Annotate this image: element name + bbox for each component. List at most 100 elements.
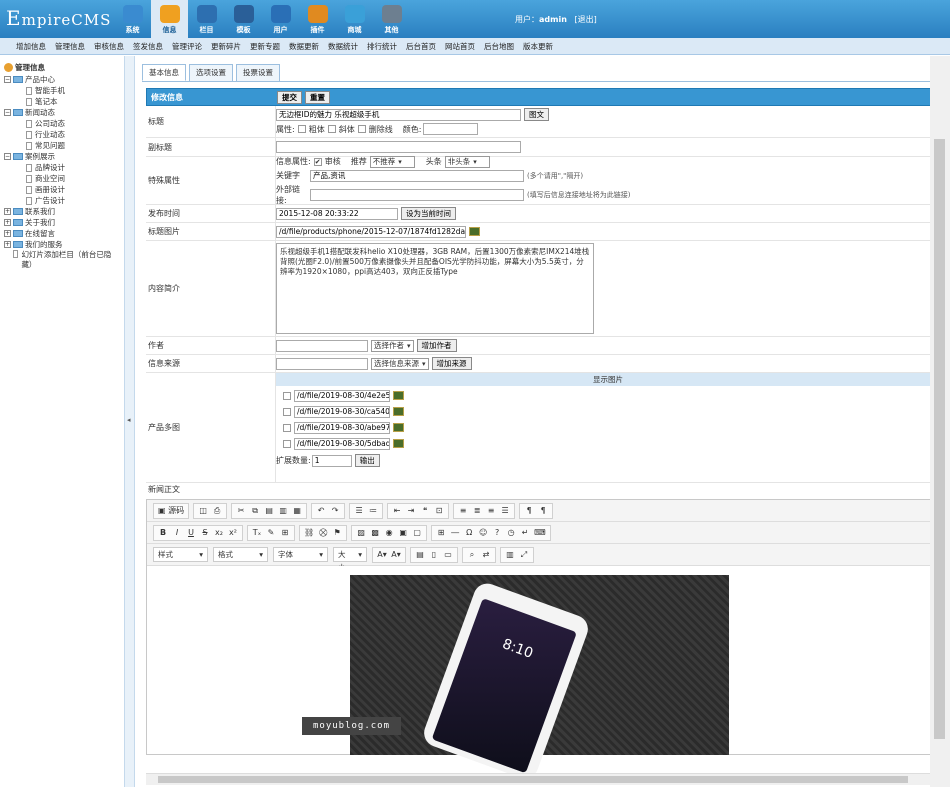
paste-word-icon[interactable]: ▦ — [290, 504, 304, 518]
subnav-item[interactable]: 管理信息 — [55, 41, 85, 52]
style-select[interactable]: 样式 — [153, 547, 208, 562]
italic-checkbox[interactable] — [327, 125, 336, 133]
subnav-item[interactable]: 版本更新 — [523, 41, 553, 52]
show-blocks-icon[interactable]: ▥ — [503, 548, 517, 562]
tree-item[interactable]: 幻灯片添加栏目（前台已隐藏） — [4, 250, 120, 270]
pick-image-icon[interactable] — [393, 423, 404, 432]
gallery-path-input[interactable]: /d/file/2019-08-30/abe97ea — [294, 421, 390, 434]
tree-item[interactable]: 笔记本 — [4, 96, 120, 107]
tree-item[interactable]: 智能手机 — [4, 85, 120, 96]
tree-item[interactable]: 公司动态 — [4, 118, 120, 129]
collapse-icon[interactable]: − — [4, 76, 11, 83]
special-char-icon[interactable]: Ω — [462, 526, 476, 540]
bg-color-icon[interactable]: A▾ — [389, 548, 403, 562]
new-page-icon[interactable]: ▯ — [427, 548, 441, 562]
image-icon[interactable]: ▨ — [354, 526, 368, 540]
size-select[interactable]: 大小 — [333, 547, 367, 572]
blockquote-icon[interactable]: ❝ — [418, 504, 432, 518]
topnav-gear[interactable]: 其他 — [373, 0, 410, 38]
pagebreak-icon[interactable]: ↵ — [518, 526, 532, 540]
strike-icon[interactable]: S — [198, 526, 212, 540]
title-pic-button[interactable]: 图文 — [524, 108, 549, 121]
set-now-button[interactable]: 设为当前时间 — [401, 207, 456, 220]
gallery-checkbox[interactable] — [283, 423, 291, 432]
subnav-item[interactable]: 签发信息 — [133, 41, 163, 52]
outdent-icon[interactable]: ⇤ — [390, 504, 404, 518]
table-icon[interactable]: ⊞ — [434, 526, 448, 540]
code-icon[interactable]: ⌨ — [532, 526, 548, 540]
tree-item[interactable]: 商业空间 — [4, 173, 120, 184]
tree-item[interactable]: + 在线留言 — [4, 228, 120, 239]
subnav-item[interactable]: 数据统计 — [328, 41, 358, 52]
tree-item[interactable]: 广告设计 — [4, 195, 120, 206]
tree-item[interactable]: 行业动态 — [4, 129, 120, 140]
tree-item[interactable]: + 我们的服务 — [4, 239, 120, 250]
gallery-checkbox[interactable] — [283, 407, 291, 416]
text-color-icon[interactable]: A▾ — [375, 548, 389, 562]
logout-link[interactable]: [退出] — [574, 15, 596, 24]
tree-item[interactable]: + 关于我们 — [4, 217, 120, 228]
link-icon[interactable]: ⛓ — [302, 526, 316, 540]
flash-icon[interactable]: ▩ — [368, 526, 382, 540]
editor-content[interactable]: 8:10 — [147, 566, 939, 783]
replace-icon[interactable]: ⇄ — [479, 548, 493, 562]
add-source-button[interactable]: 增加来源 — [431, 357, 472, 370]
subscript-icon[interactable]: x₂ — [212, 526, 226, 540]
format-select[interactable]: 格式 — [213, 547, 268, 562]
bold-checkbox[interactable] — [297, 125, 306, 133]
tree-item[interactable]: − 案例展示 — [4, 151, 120, 162]
emoji-icon[interactable]: ☺ — [476, 526, 490, 540]
italic-icon[interactable]: I — [170, 526, 184, 540]
doc-icon[interactable]: ▭ — [441, 548, 455, 562]
headline-select[interactable]: 非头条 — [444, 155, 490, 168]
template-icon[interactable]: ▤ — [413, 548, 427, 562]
copy-format-icon[interactable]: ✎ — [264, 526, 278, 540]
cut-icon[interactable]: ✂ — [234, 504, 248, 518]
bullet-list-icon[interactable]: ≔ — [366, 504, 380, 518]
subnav-item[interactable]: 网站首页 — [445, 41, 475, 52]
pick-image-icon[interactable] — [469, 227, 480, 236]
summary-textarea[interactable]: 乐视超级手机1搭配联发科helio X10处理器，3GB RAM，后置1300万… — [276, 243, 594, 334]
topnav-plugin[interactable]: 插件 — [299, 0, 336, 38]
time-icon[interactable]: ◷ — [504, 526, 518, 540]
unlink-icon[interactable]: ⛒ — [316, 526, 330, 540]
tab-1[interactable]: 选项设置 — [189, 64, 233, 81]
expand-icon[interactable]: + — [4, 241, 11, 248]
subtitle-input[interactable] — [276, 141, 521, 153]
gallery-path-input[interactable]: /d/file/2019-08-30/5dbad7 — [294, 437, 390, 450]
preview-icon[interactable]: ◫ — [196, 504, 210, 518]
file-icon[interactable]: ▣ — [396, 526, 410, 540]
paste-icon[interactable]: ▤ — [262, 504, 276, 518]
collapse-arrow-icon[interactable]: ◂ — [127, 416, 131, 424]
subnav-item[interactable]: 数据更新 — [289, 41, 319, 52]
source-select[interactable]: 选择信息来源 — [371, 357, 429, 370]
pick-image-icon[interactable] — [393, 439, 404, 448]
pick-image-icon[interactable] — [393, 391, 404, 400]
horizontal-scrollbar[interactable] — [146, 773, 930, 785]
underline-icon[interactable]: U — [184, 526, 198, 540]
author-input[interactable] — [276, 339, 368, 352]
source-button[interactable]: ▣ 源码 — [156, 504, 186, 518]
align-left-icon[interactable]: ≡ — [456, 504, 470, 518]
attach-icon[interactable]: ▢ — [410, 526, 424, 540]
tab-0[interactable]: 基本信息 — [142, 64, 186, 81]
vertical-scrollbar[interactable] — [930, 56, 950, 787]
topnav-template[interactable]: 模板 — [225, 0, 262, 38]
ltr-icon[interactable]: ¶ — [522, 504, 536, 518]
reset-button[interactable]: 重置 — [305, 90, 330, 104]
select-all-icon[interactable]: ⊞ — [278, 526, 292, 540]
pick-image-icon[interactable] — [393, 407, 404, 416]
tree-item[interactable]: 画册设计 — [4, 184, 120, 195]
tree-item[interactable]: − 产品中心 — [4, 74, 120, 85]
align-right-icon[interactable]: ≡ — [484, 504, 498, 518]
topnav-globe[interactable]: 系统 — [114, 0, 151, 38]
print-icon[interactable]: ⎙ — [210, 504, 224, 518]
remove-format-icon[interactable]: Tₓ — [250, 526, 264, 540]
subnav-item[interactable]: 更新专题 — [250, 41, 280, 52]
subnav-item[interactable]: 增加信息 — [16, 41, 46, 52]
find-icon[interactable]: ⌕ — [465, 548, 479, 562]
expand-output-button[interactable]: 输出 — [354, 454, 380, 467]
subnav-item[interactable]: 排行统计 — [367, 41, 397, 52]
hr-icon[interactable]: ― — [448, 526, 462, 540]
topnav-user[interactable]: 用户 — [262, 0, 299, 38]
